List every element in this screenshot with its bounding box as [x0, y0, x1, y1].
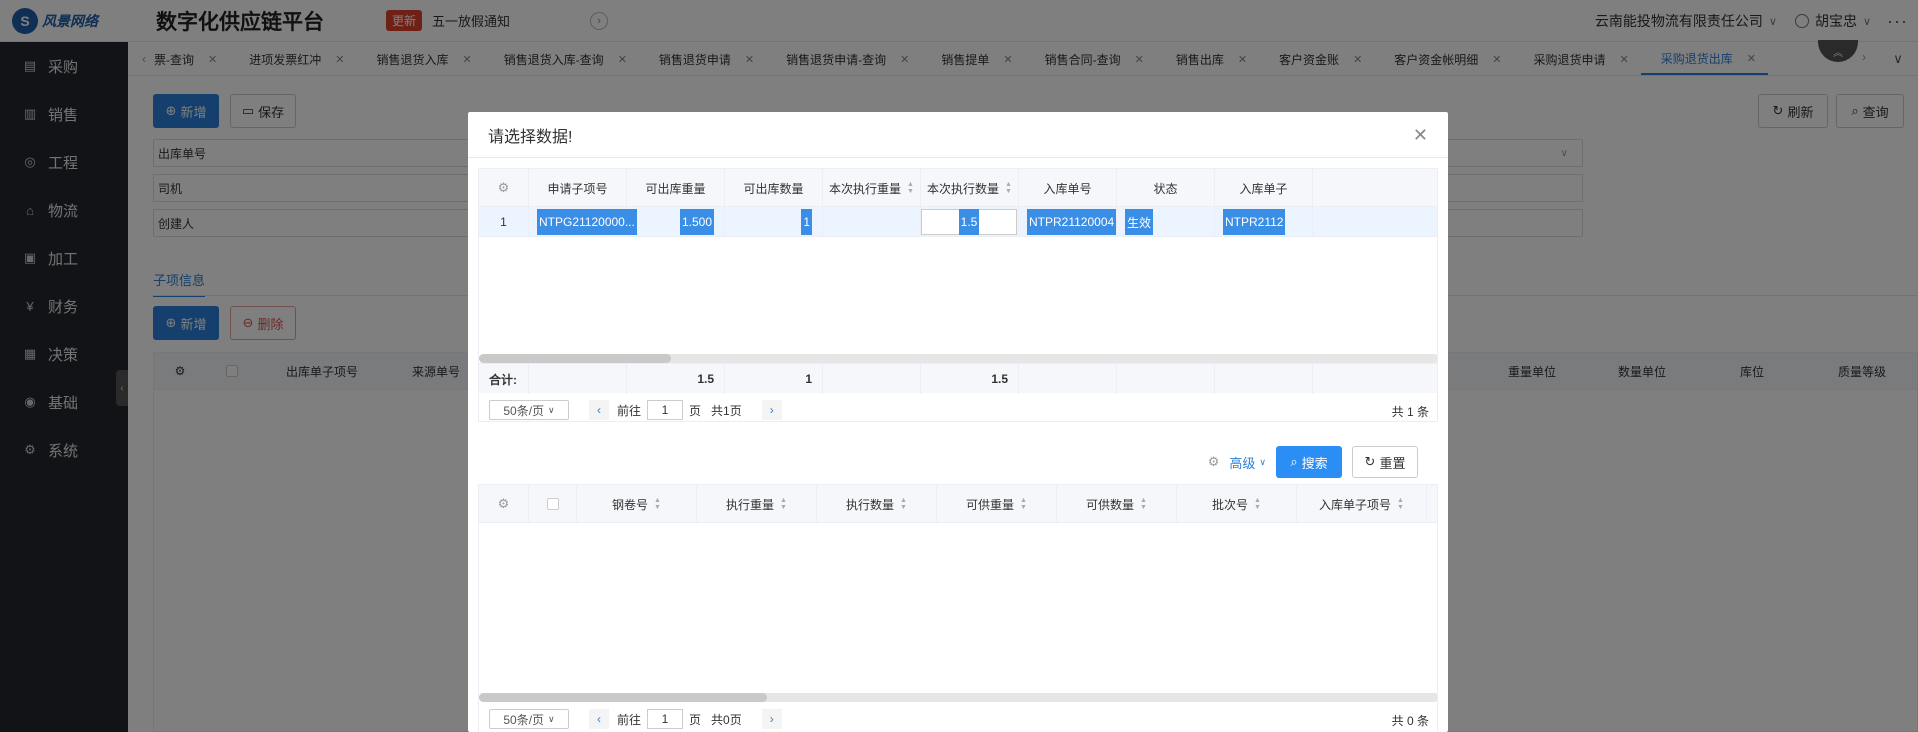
column-header[interactable]: 入库单子项号 ▲ ▼ [1297, 485, 1427, 523]
search-icon: ⌕ [1290, 454, 1298, 469]
chevron-down-icon: ∨ [548, 713, 555, 724]
table-row[interactable]: 1 NTPG21120000... 1.500 1 1.5 NTPR211200… [479, 207, 1437, 237]
sort-icon[interactable]: ▲ ▼ [1005, 181, 1012, 195]
column-header[interactable]: 入库单子 [1215, 169, 1313, 207]
exec-qty-input[interactable]: 1.5 [921, 209, 1017, 235]
prev-page-button[interactable]: ‹ [589, 709, 609, 729]
sum-avail-qty: 1 [725, 364, 823, 394]
select-all-checkbox[interactable] [529, 485, 577, 523]
pagination: 50条/页 ∨ ‹ 前往 1 页 共0页 › 共 0 条 [479, 702, 1437, 732]
column-header[interactable]: 执行重量 ▲ ▼ [697, 485, 817, 523]
column-header[interactable]: 本次执行重量 ▲ ▼ [823, 169, 921, 207]
column-header[interactable]: 钢卷号 ▲ ▼ [577, 485, 697, 523]
row-index: 1 [479, 207, 529, 237]
sum-avail-weight: 1.5 [627, 364, 725, 394]
prev-page-button[interactable]: ‹ [589, 400, 609, 420]
page-size-select[interactable]: 50条/页 ∨ [489, 709, 569, 729]
column-header[interactable]: 入库单号 [1019, 169, 1117, 207]
sort-icon[interactable]: ▲ ▼ [900, 497, 907, 511]
column-header[interactable]: 状态 [1117, 169, 1215, 207]
next-page-button[interactable]: › [761, 709, 782, 729]
column-header[interactable]: 可出库重量 [627, 169, 725, 207]
chevron-down-icon: ∨ [1259, 456, 1266, 467]
page-input[interactable]: 1 [647, 400, 684, 420]
summary-row: 合计: 1.5 1 1.5 [479, 363, 1437, 394]
select-data-dialog: 请选择数据! ✕ ⚙ 申请子项号 可出库重量 可出库数量 本次执行重量 ▲ ▼ 本次… [468, 112, 1448, 732]
table-header: ⚙ 申请子项号 可出库重量 可出库数量 本次执行重量 ▲ ▼ 本次执行数量 ▲ ▼ 入库… [479, 169, 1437, 207]
column-header[interactable]: 可供重量 ▲ ▼ [937, 485, 1057, 523]
table-header: ⚙ 钢卷号 ▲ ▼ 执行重量 ▲ ▼ 执行数量 ▲ ▼ 可供重量 ▲ ▼ 可供数量 ▲ ▼ 批次号 ▲… [479, 485, 1437, 523]
scrollbar-thumb[interactable] [479, 354, 671, 363]
close-icon[interactable]: ✕ [1413, 125, 1428, 146]
horizontal-scrollbar[interactable] [479, 693, 1437, 702]
inbound-sub-cell[interactable]: NTPR2112 [1215, 207, 1313, 237]
search-button[interactable]: ⌕ 搜索 [1276, 446, 1342, 478]
inbound-no-cell[interactable]: NTPR21120004 [1019, 207, 1117, 237]
sort-icon[interactable]: ▲ ▼ [1020, 497, 1027, 511]
advanced-toggle[interactable]: 高级 ∨ [1229, 453, 1266, 472]
page-size-select[interactable]: 50条/页 ∨ [489, 400, 569, 420]
total-count: 共 0 条 [1391, 714, 1429, 728]
exec-weight-cell[interactable] [823, 207, 921, 237]
sort-icon[interactable]: ▲ ▼ [1254, 497, 1261, 511]
sort-icon[interactable]: ▲ ▼ [654, 497, 661, 511]
total-count: 共 1 条 [1391, 405, 1429, 419]
page-input[interactable]: 1 [647, 709, 684, 729]
refresh-icon: ↻ [1364, 454, 1376, 469]
horizontal-scrollbar[interactable] [479, 354, 1437, 363]
dialog-title: 请选择数据! [488, 128, 573, 146]
apply-sub-no-cell[interactable]: NTPG21120000... [529, 207, 637, 237]
settings-icon[interactable]: ⚙ [1208, 454, 1220, 470]
search-bar: ⚙ 高级 ∨ ⌕ 搜索 ↻ 重置 [1208, 446, 1418, 478]
column-header[interactable]: 可供数量 ▲ ▼ [1057, 485, 1177, 523]
next-page-button[interactable]: › [761, 400, 782, 420]
chevron-down-icon: ∨ [548, 404, 555, 415]
sort-icon[interactable]: ▲ ▼ [780, 497, 787, 511]
sort-icon[interactable]: ▲ ▼ [907, 181, 914, 195]
settings-icon[interactable]: ⚙ [479, 169, 529, 207]
sum-exec-qty: 1.5 [921, 364, 1019, 394]
coil-table: ⚙ 钢卷号 ▲ ▼ 执行重量 ▲ ▼ 执行数量 ▲ ▼ 可供重量 ▲ ▼ 可供数量 ▲ ▼ 批次号 ▲… [478, 484, 1438, 732]
scrollbar-thumb[interactable] [479, 693, 767, 702]
dialog-header: 请选择数据! ✕ [468, 112, 1448, 158]
apply-items-table: ⚙ 申请子项号 可出库重量 可出库数量 本次执行重量 ▲ ▼ 本次执行数量 ▲ ▼ 入库… [478, 168, 1438, 422]
empty-table-body [479, 523, 1437, 693]
sort-icon[interactable]: ▲ ▼ [1397, 497, 1404, 511]
avail-qty-cell[interactable]: 1 [725, 207, 823, 237]
column-header[interactable]: 可出库数量 [725, 169, 823, 207]
column-header[interactable]: 执行数量 ▲ ▼ [817, 485, 937, 523]
column-header[interactable]: 申请子项号 [529, 169, 627, 207]
exec-qty-cell[interactable]: 1.5 [921, 207, 1019, 237]
pagination: 50条/页 ∨ ‹ 前往 1 页 共1页 › 共 1 条 [479, 393, 1437, 421]
avail-weight-cell[interactable]: 1.500 [627, 207, 725, 237]
reset-button[interactable]: ↻ 重置 [1352, 446, 1418, 478]
column-header[interactable]: 本次执行数量 ▲ ▼ [921, 169, 1019, 207]
sort-icon[interactable]: ▲ ▼ [1140, 497, 1147, 511]
status-cell[interactable]: 生效 [1117, 207, 1215, 237]
settings-icon[interactable]: ⚙ [479, 485, 529, 523]
column-header[interactable]: 批次号 ▲ ▼ [1177, 485, 1297, 523]
